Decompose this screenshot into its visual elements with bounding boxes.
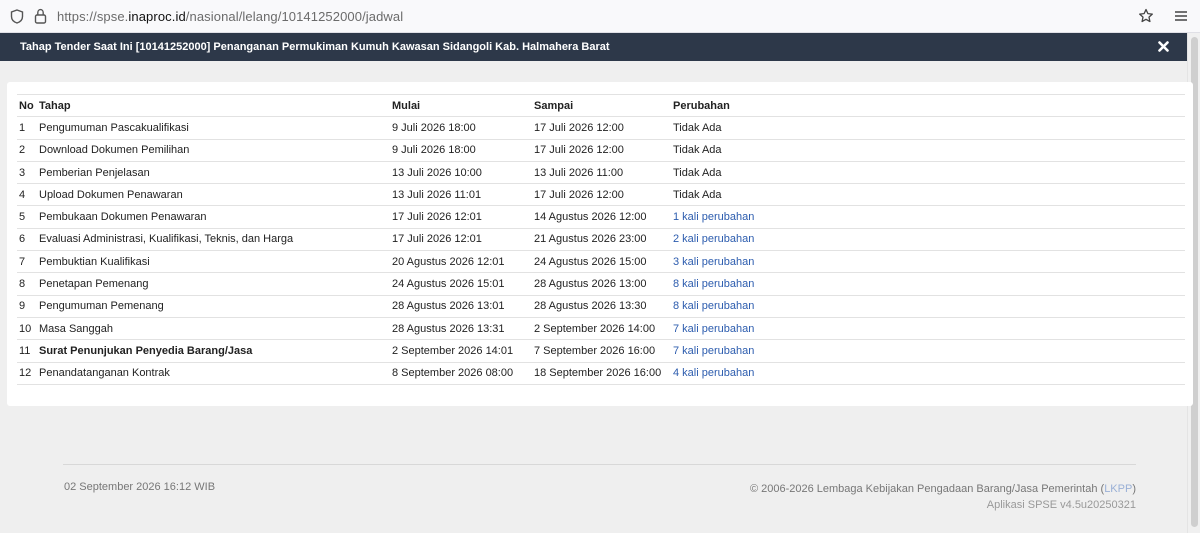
- row-no: 8: [17, 272, 37, 296]
- header-tahap: Tahap: [37, 93, 390, 118]
- schedule-card: No Tahap Mulai Sampai Perubahan 1 Pengum…: [7, 82, 1193, 406]
- table-row: 5 Pembukaan Dokumen Penawaran 17 Juli 20…: [17, 205, 1185, 229]
- table-row: 6 Evaluasi Administrasi, Kualifikasi, Te…: [17, 228, 1185, 252]
- row-perubahan: Tidak Ada: [671, 139, 1185, 162]
- row-tahap: Penetapan Pemenang: [37, 272, 390, 296]
- footer-divider: [63, 464, 1136, 465]
- row-no: 12: [17, 362, 37, 385]
- row-sampai: 24 Agustus 2026 15:00: [532, 250, 671, 274]
- row-no: 9: [17, 295, 37, 318]
- copyright-suffix: ): [1132, 483, 1136, 495]
- perubahan-link[interactable]: 8 kali perubahan: [671, 295, 1185, 318]
- row-tahap: Pengumuman Pascakualifikasi: [37, 116, 390, 140]
- modal-header: Tahap Tender Saat Ini [10141252000] Pena…: [0, 33, 1187, 61]
- row-no: 11: [17, 339, 37, 363]
- row-perubahan: Tidak Ada: [671, 116, 1185, 140]
- row-tahap: Download Dokumen Pemilihan: [37, 139, 390, 162]
- row-sampai: 28 Agustus 2026 13:30: [532, 295, 671, 318]
- row-tahap: Surat Penunjukan Penyedia Barang/Jasa: [37, 339, 390, 363]
- copyright-prefix: © 2006-2026 Lembaga Kebijakan Pengadaan …: [749, 483, 1105, 495]
- url-prefix: https://spse.: [57, 9, 129, 24]
- table-row: 9 Pengumuman Pemenang 28 Agustus 2026 13…: [17, 295, 1185, 318]
- row-tahap: Evaluasi Administrasi, Kualifikasi, Tekn…: [37, 228, 390, 252]
- footer-version: Aplikasi SPSE v4.5u20250321: [986, 499, 1136, 511]
- row-no: 6: [17, 228, 37, 252]
- lock-icon[interactable]: [34, 8, 47, 27]
- row-perubahan: Tidak Ada: [671, 183, 1185, 207]
- row-sampai: 17 Juli 2026 12:00: [532, 139, 671, 162]
- table-row: 2 Download Dokumen Pemilihan 9 Juli 2026…: [17, 139, 1185, 162]
- perubahan-link[interactable]: 8 kali perubahan: [671, 272, 1185, 296]
- row-mulai: 13 Juli 2026 10:00: [390, 161, 532, 185]
- row-no: 7: [17, 250, 37, 274]
- row-sampai: 17 Juli 2026 12:00: [532, 183, 671, 207]
- row-mulai: 17 Juli 2026 12:01: [390, 228, 532, 252]
- row-sampai: 17 Juli 2026 12:00: [532, 116, 671, 140]
- header-mulai: Mulai: [390, 93, 532, 118]
- schedule-table: No Tahap Mulai Sampai Perubahan 1 Pengum…: [17, 93, 1185, 385]
- url-domain: inaproc.id: [128, 9, 186, 24]
- row-sampai: 13 Juli 2026 11:00: [532, 161, 671, 185]
- table-row-current: 11 Surat Penunjukan Penyedia Barang/Jasa…: [17, 339, 1185, 363]
- row-perubahan: Tidak Ada: [671, 161, 1185, 185]
- table-row: 3 Pemberian Penjelasan 13 Juli 2026 10:0…: [17, 161, 1185, 185]
- footer-datetime: 02 September 2026 16:12 WIB: [64, 481, 216, 493]
- table-row: 8 Penetapan Pemenang 24 Agustus 2026 15:…: [17, 272, 1185, 296]
- table-row: 12 Penandatanganan Kontrak 8 September 2…: [17, 362, 1185, 385]
- row-tahap: Pengumuman Pemenang: [37, 295, 390, 318]
- row-tahap: Pembuktian Kualifikasi: [37, 250, 390, 274]
- table-row: 4 Upload Dokumen Penawaran 13 Juli 2026 …: [17, 183, 1185, 207]
- row-sampai: 2 September 2026 14:00: [532, 317, 671, 341]
- url-path: /nasional/lelang/10141252000/jadwal: [185, 9, 404, 24]
- footer-copyright: © 2006-2026 Lembaga Kebijakan Pengadaan …: [600, 483, 1136, 495]
- row-mulai: 2 September 2026 14:01: [390, 339, 532, 363]
- lkpp-link[interactable]: LKPP: [1104, 483, 1132, 495]
- row-mulai: 9 Juli 2026 18:00: [390, 116, 532, 140]
- perubahan-link[interactable]: 7 kali perubahan: [671, 339, 1185, 363]
- row-mulai: 20 Agustus 2026 12:01: [390, 250, 532, 274]
- row-tahap: Penandatanganan Kontrak: [37, 362, 390, 385]
- table-row: 1 Pengumuman Pascakualifikasi 9 Juli 202…: [17, 116, 1185, 140]
- row-no: 4: [17, 183, 37, 207]
- row-mulai: 8 September 2026 08:00: [390, 362, 532, 385]
- row-sampai: 18 September 2026 16:00: [532, 362, 671, 385]
- row-mulai: 13 Juli 2026 11:01: [390, 183, 532, 207]
- row-no: 5: [17, 205, 37, 229]
- browser-toolbar: https://spse.inaproc.id/nasional/lelang/…: [0, 0, 1200, 33]
- row-sampai: 7 September 2026 16:00: [532, 339, 671, 363]
- table-header-row: No Tahap Mulai Sampai Perubahan: [17, 93, 1185, 118]
- row-tahap: Upload Dokumen Penawaran: [37, 183, 390, 207]
- modal-title: Tahap Tender Saat Ini [10141252000] Pena…: [20, 41, 610, 53]
- row-mulai: 17 Juli 2026 12:01: [390, 205, 532, 229]
- header-no: No: [17, 93, 37, 118]
- row-no: 3: [17, 161, 37, 185]
- table-row: 10 Masa Sanggah 28 Agustus 2026 13:31 2 …: [17, 317, 1185, 341]
- row-mulai: 24 Agustus 2026 15:01: [390, 272, 532, 296]
- perubahan-link[interactable]: 7 kali perubahan: [671, 317, 1185, 341]
- row-no: 1: [17, 116, 37, 140]
- header-perubahan: Perubahan: [671, 93, 1185, 118]
- row-no: 10: [17, 317, 37, 341]
- row-tahap: Masa Sanggah: [37, 317, 390, 341]
- close-icon[interactable]: [1158, 41, 1169, 55]
- row-sampai: 14 Agustus 2026 12:00: [532, 205, 671, 229]
- row-sampai: 21 Agustus 2026 23:00: [532, 228, 671, 252]
- address-bar[interactable]: https://spse.inaproc.id/nasional/lelang/…: [57, 9, 403, 24]
- header-sampai: Sampai: [532, 93, 671, 118]
- star-icon[interactable]: [1138, 8, 1154, 27]
- hamburger-menu-icon[interactable]: [1174, 10, 1188, 25]
- perubahan-link[interactable]: 3 kali perubahan: [671, 250, 1185, 274]
- row-tahap: Pembukaan Dokumen Penawaran: [37, 205, 390, 229]
- perubahan-link[interactable]: 4 kali perubahan: [671, 362, 1185, 385]
- row-mulai: 9 Juli 2026 18:00: [390, 139, 532, 162]
- row-mulai: 28 Agustus 2026 13:31: [390, 317, 532, 341]
- row-mulai: 28 Agustus 2026 13:01: [390, 295, 532, 318]
- perubahan-link[interactable]: 2 kali perubahan: [671, 228, 1185, 252]
- row-no: 2: [17, 139, 37, 162]
- perubahan-link[interactable]: 1 kali perubahan: [671, 205, 1185, 229]
- row-sampai: 28 Agustus 2026 13:00: [532, 272, 671, 296]
- table-row: 7 Pembuktian Kualifikasi 20 Agustus 2026…: [17, 250, 1185, 274]
- row-tahap: Pemberian Penjelasan: [37, 161, 390, 185]
- shield-icon[interactable]: [10, 9, 24, 27]
